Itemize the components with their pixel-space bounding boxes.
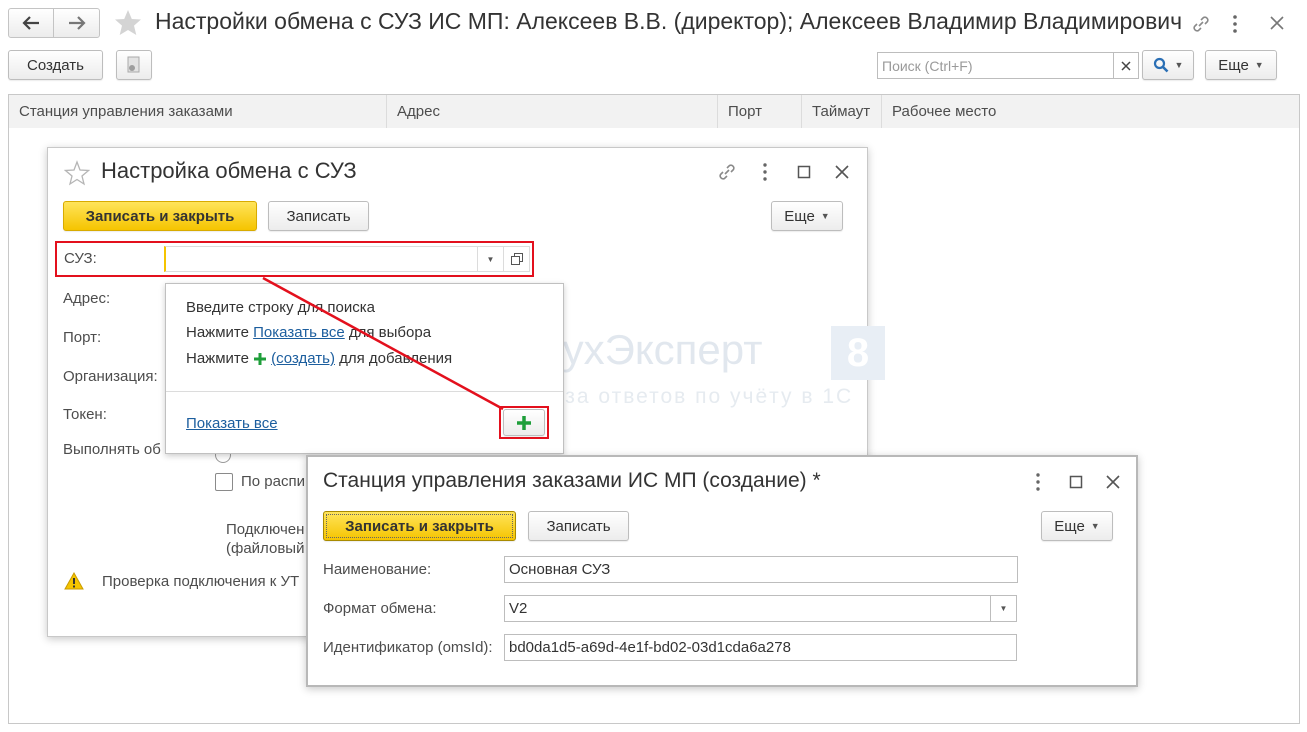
suz-input[interactable] (164, 246, 478, 272)
connection-line-1: Подключен (226, 521, 305, 538)
save-button[interactable]: Записать (268, 201, 369, 231)
oms-id-label: Идентификатор (omsId): (323, 639, 493, 656)
watermark-digit-badge: 8 (831, 326, 885, 380)
plus-icon (254, 352, 267, 365)
clear-x-icon (1120, 60, 1131, 71)
format-label: Формат обмена: (323, 600, 437, 617)
address-label: Адрес: (63, 290, 111, 307)
port-label: Порт: (63, 329, 102, 346)
column-header-workplace[interactable]: Рабочее место (882, 95, 1299, 128)
organization-label: Организация: (63, 368, 158, 385)
more-button[interactable]: Еще ▼ (1205, 50, 1277, 80)
chevron-down-icon: ▼ (1254, 60, 1264, 70)
create-inline-link[interactable]: (создать) (271, 350, 335, 367)
chevron-down-icon: ▼ (1090, 521, 1100, 531)
search-button[interactable]: ▼ (1142, 50, 1194, 80)
copy-button[interactable] (116, 50, 152, 80)
favorite-star-icon[interactable] (64, 160, 90, 186)
maximize-icon[interactable] (1069, 475, 1083, 489)
save-button[interactable]: Записать (528, 511, 629, 541)
close-icon[interactable] (834, 164, 850, 180)
more-label: Еще (784, 207, 815, 225)
page-title: Настройки обмена с СУЗ ИС МП: Алексеев В… (155, 8, 1183, 34)
column-header-station[interactable]: Станция управления заказами (9, 95, 387, 128)
close-icon[interactable] (1105, 474, 1121, 490)
back-button[interactable] (9, 9, 55, 37)
format-dropdown-button[interactable]: ▼ (990, 595, 1017, 622)
more-vertical-icon[interactable] (1033, 472, 1043, 492)
chevron-down-icon: ▼ (999, 604, 1008, 613)
warning-text: Проверка подключения к УТ (102, 573, 300, 590)
close-icon[interactable] (1268, 14, 1286, 32)
open-window-icon (510, 253, 523, 265)
column-header-address[interactable]: Адрес (387, 95, 718, 128)
name-input[interactable]: Основная СУЗ (504, 556, 1018, 583)
save-and-close-button[interactable]: Записать и закрыть (63, 201, 257, 231)
dropdown-hint-3-prefix: Нажмите (186, 350, 254, 367)
dropdown-divider (166, 391, 563, 392)
create-plus-button[interactable] (503, 409, 545, 436)
chevron-down-icon: ▼ (486, 254, 495, 264)
format-select[interactable]: V2 (504, 595, 991, 622)
connection-line-2: (файловый (226, 540, 305, 557)
name-label: Наименование: (323, 561, 432, 578)
search-input[interactable]: Поиск (Ctrl+F) (877, 52, 1114, 79)
forward-button[interactable] (54, 9, 99, 37)
show-all-link[interactable]: Показать все (186, 415, 278, 432)
more-label: Еще (1218, 56, 1249, 74)
suz-dropdown-button[interactable]: ▼ (478, 246, 504, 272)
dropdown-hint-1: Введите строку для поиска (186, 299, 375, 316)
more-label: Еще (1054, 517, 1085, 535)
suz-open-button[interactable] (504, 246, 530, 272)
more-button[interactable]: Еще ▼ (771, 201, 843, 231)
maximize-icon[interactable] (797, 165, 811, 179)
search-icon (1153, 57, 1168, 73)
show-all-inline-link[interactable]: Показать все (253, 324, 345, 341)
link-icon[interactable] (1190, 13, 1212, 35)
link-icon[interactable] (716, 161, 738, 183)
create-button[interactable]: Создать (8, 50, 103, 80)
save-and-close-button[interactable]: Записать и закрыть (323, 511, 516, 541)
oms-id-input[interactable]: bd0da1d5-a69d-4e1f-bd02-03d1cda6a278 (504, 634, 1017, 661)
search-placeholder: Поиск (Ctrl+F) (882, 57, 973, 74)
execute-label: Выполнять об (63, 441, 161, 458)
arrow-left-icon (22, 16, 39, 30)
schedule-label: По распи (241, 473, 305, 490)
watermark-brand: БухЭксперт (536, 326, 763, 373)
chevron-down-icon: ▼ (820, 211, 830, 221)
dropdown-hint-3: Нажмите (создать) для добавления (186, 350, 452, 367)
column-header-port[interactable]: Порт (718, 95, 802, 128)
search-clear-button[interactable] (1113, 52, 1139, 79)
suz-label: СУЗ: (64, 250, 97, 267)
watermark-digit: 8 (846, 330, 870, 375)
settings-dialog-title: Настройка обмена с СУЗ (101, 158, 357, 183)
more-button[interactable]: Еще ▼ (1041, 511, 1113, 541)
dropdown-hint-2-suffix: для выбора (344, 324, 432, 341)
dropdown-hint-3-suffix: для добавления (334, 350, 453, 367)
document-icon (127, 56, 140, 73)
chevron-down-icon: ▼ (1174, 60, 1184, 70)
more-vertical-icon[interactable] (1230, 13, 1240, 35)
warning-icon (64, 572, 84, 590)
station-dialog-title: Станция управления заказами ИС МП (созда… (323, 469, 821, 492)
plus-icon (517, 415, 531, 430)
nav-group (8, 8, 100, 38)
column-header-timeout[interactable]: Таймаут (802, 95, 882, 128)
schedule-checkbox[interactable] (215, 473, 233, 491)
favorite-star-icon[interactable] (113, 8, 143, 38)
dropdown-hint-2-prefix: Нажмите (186, 324, 254, 341)
more-vertical-icon[interactable] (760, 162, 770, 182)
dropdown-hint-2: Нажмите Показать все для выбора (186, 324, 431, 341)
token-label: Токен: (63, 406, 107, 423)
watermark-tagline: База ответов по учёту в 1С (536, 385, 854, 408)
arrow-right-icon (68, 16, 86, 30)
